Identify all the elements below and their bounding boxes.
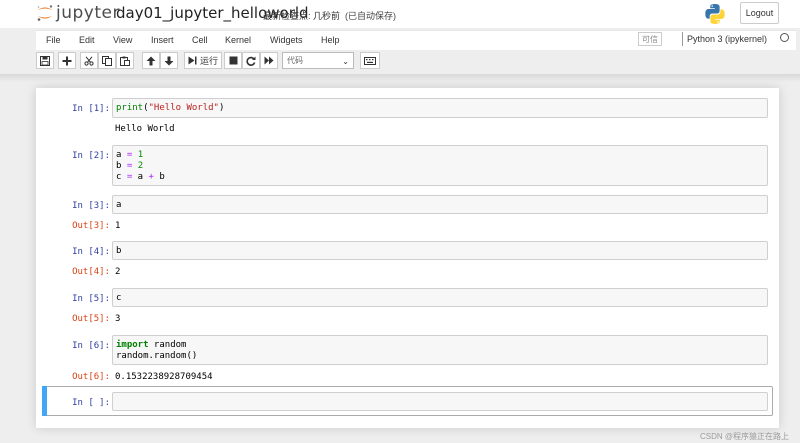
autosave-status: (已自动保存): [345, 11, 396, 21]
menu-edit[interactable]: Edit: [79, 35, 95, 45]
toolbar: 运行 代码 ⌄: [36, 52, 796, 70]
move-up-button[interactable]: [142, 52, 160, 69]
cell-output: 1: [115, 221, 121, 231]
paste-icon: [120, 56, 130, 66]
code-input[interactable]: a: [112, 195, 768, 214]
input-prompt: In [ ]:: [72, 398, 110, 408]
input-prompt: In [5]:: [72, 294, 110, 304]
restart-icon: [246, 56, 256, 66]
kernel-idle-icon: [780, 33, 789, 42]
menu-view[interactable]: View: [113, 35, 132, 45]
copy-button[interactable]: [98, 52, 116, 69]
code-input[interactable]: c: [112, 288, 768, 307]
input-prompt: In [2]:: [72, 151, 110, 161]
input-prompt: In [6]:: [72, 341, 110, 351]
output-prompt: Out[4]:: [72, 267, 110, 277]
input-prompt: In [1]:: [72, 104, 110, 114]
jupyter-logo[interactable]: jupyter: [36, 3, 120, 23]
kernel-separator: [682, 32, 683, 46]
menu-insert[interactable]: Insert: [151, 35, 174, 45]
copy-icon: [102, 55, 112, 66]
chevron-down-icon: ⌄: [342, 57, 349, 66]
menu-cell[interactable]: Cell: [192, 35, 208, 45]
run-label: 运行: [199, 56, 218, 66]
code-input[interactable]: [112, 392, 768, 411]
output-prompt: Out[3]:: [72, 221, 110, 231]
menu-kernel[interactable]: Kernel: [225, 35, 251, 45]
plus-icon: [62, 56, 72, 66]
cell-output: 2: [115, 267, 121, 277]
code-input[interactable]: print("Hello World"): [112, 98, 768, 118]
cut-button[interactable]: [80, 52, 98, 69]
logout-button[interactable]: Logout: [740, 2, 779, 24]
arrow-up-icon: [146, 56, 156, 66]
interrupt-button[interactable]: [224, 52, 242, 69]
output-prompt: Out[5]:: [72, 314, 110, 324]
fast-forward-icon: [264, 56, 274, 65]
python-logo-icon: [704, 3, 726, 25]
logo-text: jupyter: [56, 3, 120, 23]
restart-button[interactable]: [242, 52, 260, 69]
trusted-indicator[interactable]: 可信: [638, 32, 662, 46]
checkpoint-status: 最新检查点: 几秒前: [263, 11, 341, 21]
save-icon: [40, 55, 50, 66]
arrow-down-icon: [164, 56, 174, 66]
menu-file[interactable]: File: [46, 35, 61, 45]
input-prompt: In [4]:: [72, 247, 110, 257]
save-button[interactable]: [36, 52, 54, 69]
play-step-icon: [188, 56, 197, 65]
cell-type-value: 代码: [287, 56, 303, 65]
watermark: CSDN @程序猿正在路上: [700, 432, 790, 441]
notebook-container: In [1]: print("Hello World") Hello World…: [36, 88, 779, 428]
input-prompt: In [3]:: [72, 201, 110, 211]
cell-output: Hello World: [115, 124, 175, 134]
code-input[interactable]: b: [112, 241, 768, 260]
jupyter-logo-icon: [36, 4, 54, 22]
code-input[interactable]: import random random.random(): [112, 335, 768, 365]
cell-type-select[interactable]: 代码 ⌄: [282, 52, 354, 69]
toolbar-divider: [0, 74, 800, 82]
restart-run-all-button[interactable]: [260, 52, 278, 69]
keyboard-icon: [364, 56, 376, 65]
move-down-button[interactable]: [160, 52, 178, 69]
run-button[interactable]: 运行: [184, 52, 222, 69]
paste-button[interactable]: [116, 52, 134, 69]
output-prompt: Out[6]:: [72, 372, 110, 382]
menu-widgets[interactable]: Widgets: [270, 35, 303, 45]
cell-output: 0.1532238928709454: [115, 372, 213, 382]
header: jupyter day01_jupyter_helloworld 最新检查点: …: [0, 0, 800, 28]
cell-output: 3: [115, 314, 121, 324]
insert-cell-button[interactable]: [58, 52, 76, 69]
command-palette-button[interactable]: [360, 52, 380, 69]
menu-help[interactable]: Help: [321, 35, 340, 45]
scissors-icon: [84, 55, 94, 66]
stop-icon: [229, 56, 238, 65]
kernel-name[interactable]: Python 3 (ipykernel): [687, 34, 767, 44]
code-input[interactable]: a = 1 b = 2 c = a + b: [112, 145, 768, 186]
